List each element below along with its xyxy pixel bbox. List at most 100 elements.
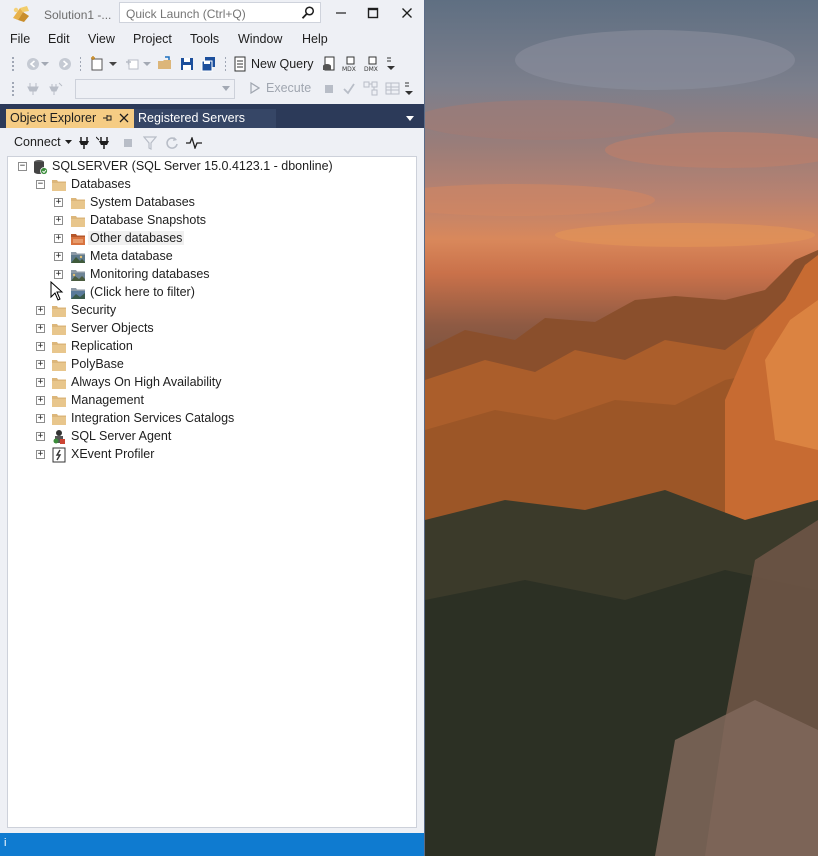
expand-toggle[interactable]: +	[36, 360, 45, 369]
expand-toggle[interactable]: +	[36, 324, 45, 333]
tree-node-system-databases[interactable]: + System Databases	[8, 194, 408, 212]
add-item-dropdown[interactable]	[142, 55, 152, 73]
tab-object-explorer[interactable]: Object Explorer	[6, 109, 134, 128]
menu-window[interactable]: Window	[238, 32, 282, 46]
new-project-dropdown[interactable]	[108, 55, 118, 73]
mdx-query-button[interactable]: MDX	[342, 55, 360, 73]
tree-node-replication[interactable]: + Replication	[8, 338, 408, 356]
filter-button[interactable]	[142, 135, 158, 151]
pin-icon[interactable]	[102, 113, 112, 123]
new-query-button[interactable]: New Query	[232, 54, 314, 74]
tab-registered-servers[interactable]: Registered Servers	[134, 109, 276, 128]
parse-button[interactable]	[340, 80, 358, 98]
tree-node-server-objects[interactable]: + Server Objects	[8, 320, 408, 338]
quick-launch-input[interactable]	[119, 2, 321, 23]
menu-help[interactable]: Help	[302, 32, 328, 46]
object-explorer-tree[interactable]: − SQLSERVER (SQL Server 15.0.4123.1 - db…	[7, 156, 417, 828]
tree-node-other-databases[interactable]: + Other databases	[8, 230, 408, 248]
folder-icon	[52, 396, 66, 407]
stop-icon	[124, 139, 132, 147]
standard-toolbar: New Query MDX DMX	[0, 52, 424, 76]
tree-node-server[interactable]: − SQLSERVER (SQL Server 15.0.4123.1 - db…	[8, 158, 408, 176]
minimize-button[interactable]	[324, 0, 358, 26]
refresh-button[interactable]	[164, 135, 180, 151]
stop-button[interactable]	[120, 135, 136, 151]
tool-window-tabs: Object Explorer Registered Servers	[0, 104, 424, 128]
expand-toggle[interactable]: +	[36, 432, 45, 441]
menu-edit[interactable]: Edit	[48, 32, 70, 46]
toolbar-overflow-button-2[interactable]	[404, 80, 414, 98]
connect-object-explorer-button[interactable]	[76, 135, 92, 151]
tree-node-meta-database[interactable]: + Meta database	[8, 248, 408, 266]
expand-toggle[interactable]: +	[36, 396, 45, 405]
disconnect-button[interactable]	[96, 135, 112, 151]
search-icon[interactable]	[300, 5, 316, 21]
collapse-toggle[interactable]: −	[36, 180, 45, 189]
forward-button[interactable]	[56, 55, 74, 73]
always-on-label: Always On High Availability	[71, 375, 222, 389]
cancel-query-button[interactable]	[320, 80, 338, 98]
expand-toggle[interactable]: +	[54, 234, 63, 243]
tree-node-databases[interactable]: − Databases	[8, 176, 408, 194]
tree-node-xevent-profiler[interactable]: + XEvent Profiler	[8, 446, 408, 464]
dmx-query-button[interactable]: DMX	[364, 55, 382, 73]
change-connection-button[interactable]	[46, 80, 64, 98]
close-tab-icon[interactable]	[119, 113, 129, 123]
menu-project[interactable]: Project	[133, 32, 172, 46]
tree-node-sql-server-agent[interactable]: + SQL Server Agent	[8, 428, 408, 446]
expand-toggle[interactable]: +	[36, 450, 45, 459]
close-button[interactable]	[390, 0, 424, 26]
expand-toggle[interactable]: +	[54, 198, 63, 207]
expand-toggle[interactable]: +	[54, 252, 63, 261]
expand-toggle[interactable]: +	[36, 378, 45, 387]
expand-toggle[interactable]: +	[54, 270, 63, 279]
checkmark-icon	[343, 83, 355, 95]
expand-toggle[interactable]: +	[54, 216, 63, 225]
activity-monitor-button[interactable]	[186, 135, 202, 151]
toolbar-grip[interactable]	[11, 56, 15, 72]
open-file-button[interactable]	[156, 55, 174, 73]
save-all-button[interactable]	[200, 55, 218, 73]
tree-node-database-snapshots[interactable]: + Database Snapshots	[8, 212, 408, 230]
close-icon	[402, 8, 412, 18]
menu-view[interactable]: View	[88, 32, 115, 46]
connect-button[interactable]: Connect	[14, 135, 72, 149]
click-to-filter-label: (Click here to filter)	[90, 285, 195, 299]
add-item-icon	[126, 59, 139, 70]
connect-editor-button[interactable]	[24, 80, 42, 98]
save-button[interactable]	[178, 55, 196, 73]
tree-node-integration-services[interactable]: + Integration Services Catalogs	[8, 410, 408, 428]
picture-folder-icon	[71, 270, 85, 281]
tree-node-polybase[interactable]: + PolyBase	[8, 356, 408, 374]
maximize-button[interactable]	[356, 0, 390, 26]
tree-node-always-on[interactable]: + Always On High Availability	[8, 374, 408, 392]
toolbar-separator	[224, 56, 226, 72]
query-options-button[interactable]	[384, 80, 402, 98]
new-project-button[interactable]	[88, 55, 106, 73]
available-databases-select[interactable]	[75, 79, 235, 99]
menu-file[interactable]: File	[10, 32, 30, 46]
add-item-button[interactable]	[124, 55, 142, 73]
window-position-dropdown-icon[interactable]	[406, 116, 414, 121]
new-query-icon	[234, 56, 246, 72]
toolbar-overflow-button[interactable]	[386, 55, 396, 73]
databases-label: Databases	[71, 177, 131, 191]
tree-node-monitoring-databases[interactable]: + Monitoring databases	[8, 266, 408, 284]
expand-toggle[interactable]: +	[36, 342, 45, 351]
plug-icon	[79, 137, 89, 149]
back-dropdown[interactable]	[40, 55, 50, 73]
toolbar-grip[interactable]	[11, 81, 15, 97]
folder-icon	[52, 414, 66, 425]
execute-button[interactable]: Execute	[250, 81, 311, 95]
expand-toggle[interactable]: +	[36, 414, 45, 423]
menu-tools[interactable]: Tools	[190, 32, 219, 46]
display-estimated-plan-button[interactable]	[362, 80, 380, 98]
svg-text:DMX: DMX	[364, 66, 378, 73]
folder-icon	[71, 198, 85, 209]
database-engine-query-button[interactable]	[320, 55, 338, 73]
tree-node-security[interactable]: + Security	[8, 302, 408, 320]
tree-node-management[interactable]: + Management	[8, 392, 408, 410]
tree-node-click-to-filter[interactable]: (Click here to filter)	[8, 284, 408, 302]
expand-toggle[interactable]: +	[36, 306, 45, 315]
collapse-toggle[interactable]: −	[18, 162, 27, 171]
